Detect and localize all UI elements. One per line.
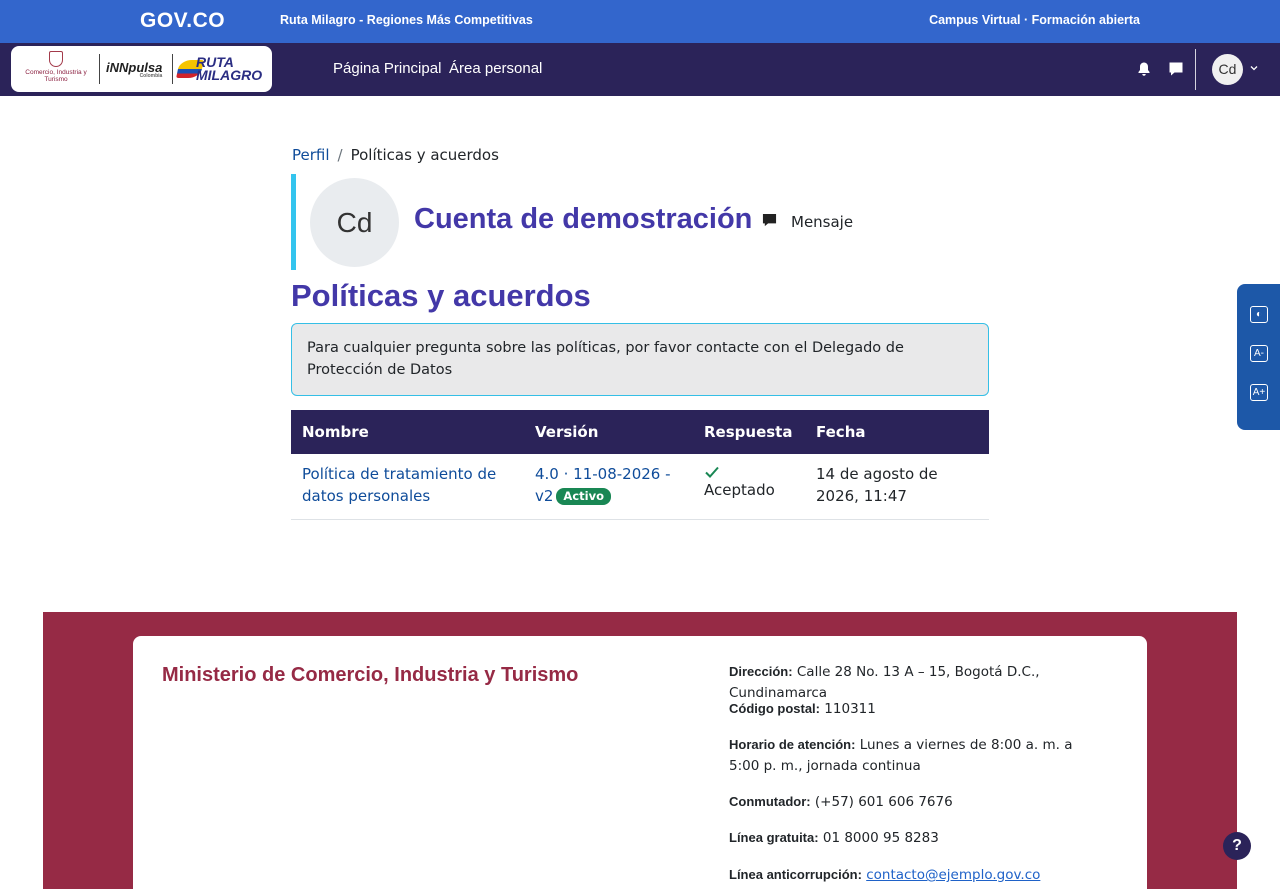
nav-divider (1195, 49, 1196, 90)
profile-avatar: Cd (310, 178, 399, 267)
breadcrumb: Perfil / Políticas y acuerdos (292, 146, 499, 164)
policy-link[interactable]: Política de tratamiento de datos persona… (302, 465, 496, 505)
govco-logo[interactable]: GOV.CO (140, 9, 225, 33)
table-header-row: Nombre Versión Respuesta Fecha (291, 410, 989, 454)
chat-icon[interactable] (1168, 61, 1184, 77)
policy-response: Aceptado (704, 481, 775, 499)
user-avatar[interactable]: Cd (1212, 54, 1243, 85)
font-increase-icon[interactable]: A+ (1250, 384, 1268, 401)
ruta-milagro-logo: RUTA MILAGRO (176, 54, 268, 84)
message-icon[interactable] (762, 213, 777, 228)
column-header-response[interactable]: Respuesta (693, 410, 805, 454)
footer-postal-code: Código postal: 110311 (729, 701, 876, 717)
main-navbar: Comercio, Industria y Turismo iNNpulsa C… (0, 43, 1280, 96)
chevron-down-icon[interactable] (1249, 63, 1259, 73)
check-icon (705, 466, 719, 478)
policy-date-cell: 14 de agosto de 2026, 11:47 (805, 454, 989, 520)
message-button[interactable]: Mensaje (791, 213, 853, 231)
bell-icon[interactable] (1136, 61, 1152, 77)
font-decrease-icon[interactable]: A- (1250, 345, 1268, 362)
table-row: Política de tratamiento de datos persona… (291, 454, 989, 520)
policy-response-cell: Aceptado (693, 454, 805, 520)
column-header-name[interactable]: Nombre (291, 410, 524, 454)
footer-switchboard: Conmutador: (+57) 601 606 7676 (729, 794, 953, 810)
govco-bar: GOV.CO Ruta Milagro - Regiones Más Compe… (0, 0, 1280, 43)
profile-name: Cuenta de demostración (414, 203, 753, 235)
mincit-logo: Comercio, Industria y Turismo (19, 51, 93, 88)
profile-accent-bar (291, 174, 296, 270)
innpulsa-logo: iNNpulsa Colombia (106, 60, 163, 79)
anticorruption-email-link[interactable]: contacto@ejemplo.gov.co (866, 867, 1040, 883)
policy-notice: Para cualquier pregunta sobre las políti… (291, 323, 989, 396)
nav-personal-area-link[interactable]: Área personal (449, 60, 542, 77)
govco-campus-label: Campus Virtual · Formación abierta (929, 13, 1140, 27)
breadcrumb-profile-link[interactable]: Perfil (292, 146, 330, 164)
footer-anticorruption: Línea anticorrupción: contacto@ejemplo.g… (729, 867, 1041, 883)
footer-toll-free: Línea gratuita: 01 8000 95 8283 (729, 830, 939, 846)
footer-title: Ministerio de Comercio, Industria y Turi… (162, 664, 579, 686)
nav-home-link[interactable]: Página Principal (333, 60, 441, 77)
shield-icon (49, 51, 63, 67)
contrast-icon[interactable]: ◐ (1250, 306, 1268, 323)
breadcrumb-separator: / (337, 146, 343, 164)
breadcrumb-current: Políticas y acuerdos (350, 146, 499, 164)
footer-hours: Horario de atención: Lunes a viernes de … (729, 737, 1073, 774)
policies-table: Nombre Versión Respuesta Fecha Política … (291, 410, 989, 520)
column-header-date[interactable]: Fecha (805, 410, 989, 454)
logo-divider (172, 54, 173, 84)
policy-version-cell: 4.0 · 11-08-2026 - v2 Activo (524, 454, 693, 520)
policy-name-cell: Política de tratamiento de datos persona… (291, 454, 524, 520)
brand-logos[interactable]: Comercio, Industria y Turismo iNNpulsa C… (11, 46, 272, 92)
accessibility-panel: ◐ A- A+ (1237, 284, 1280, 430)
column-header-version[interactable]: Versión (524, 410, 693, 454)
page-title: Políticas y acuerdos (291, 278, 591, 313)
help-button[interactable]: ? (1223, 832, 1251, 860)
status-badge: Activo (556, 488, 611, 505)
govco-site-title: Ruta Milagro - Regiones Más Competitivas (280, 13, 533, 27)
logo-divider (99, 54, 100, 84)
